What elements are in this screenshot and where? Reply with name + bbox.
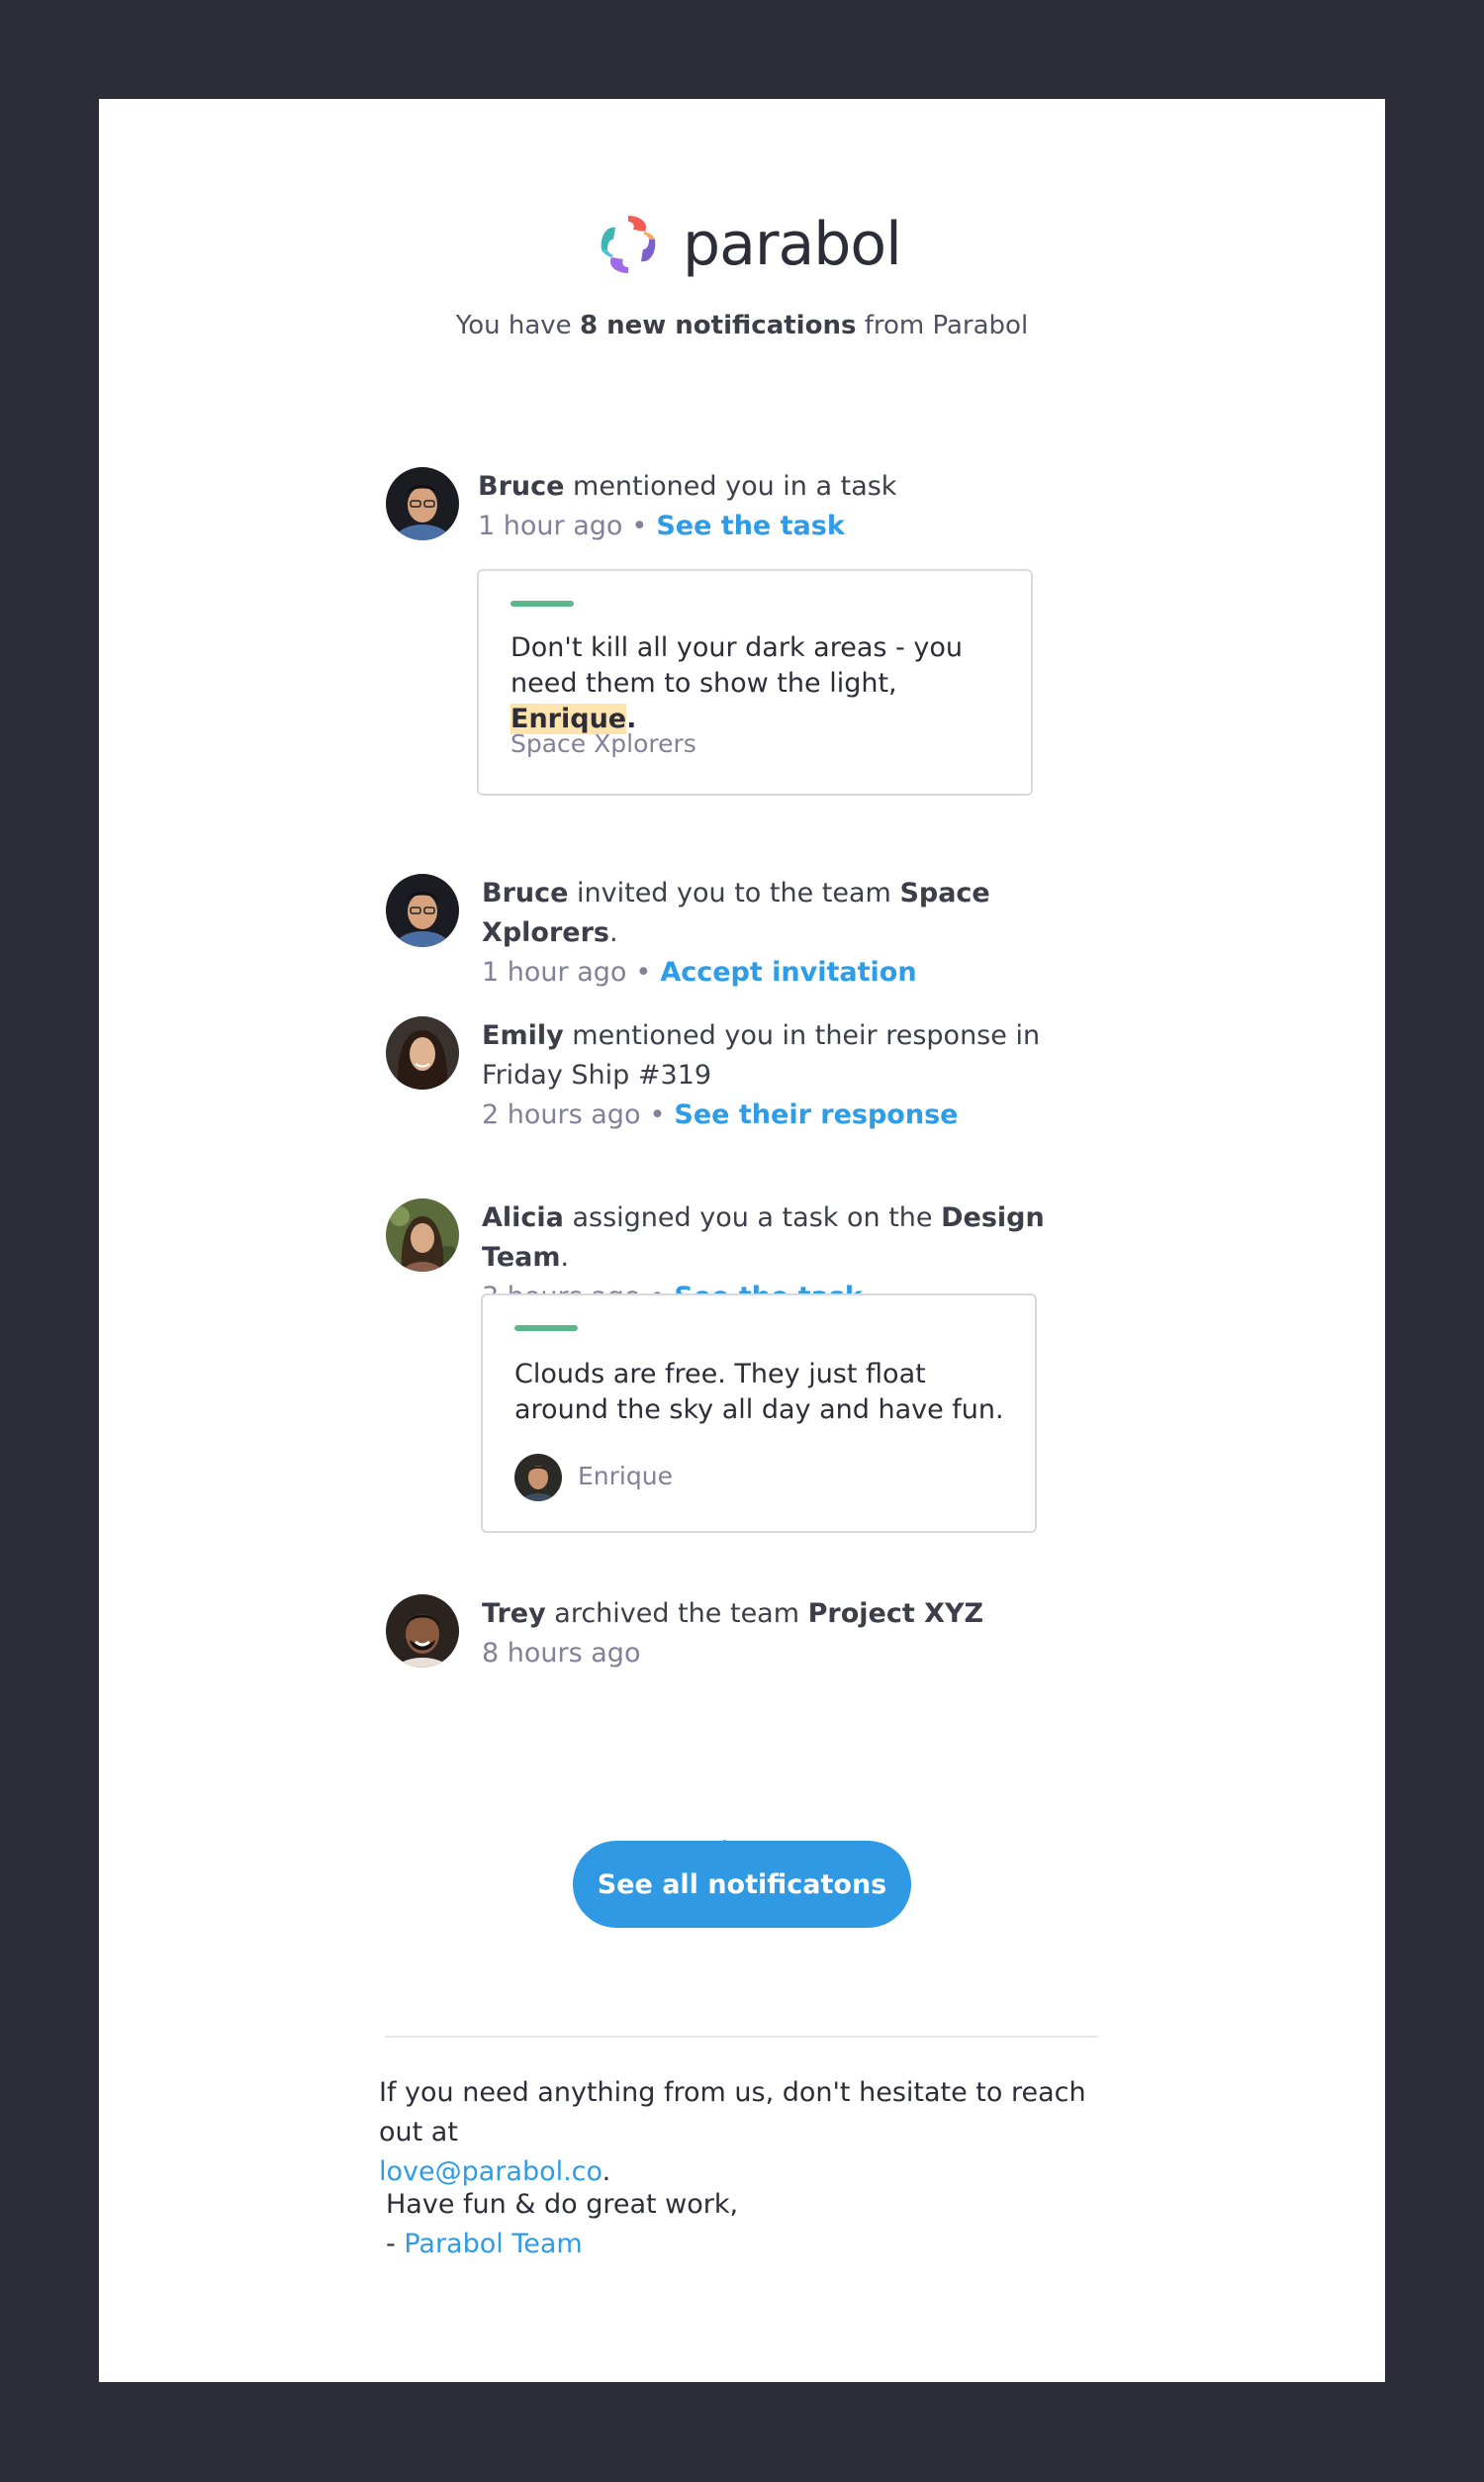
accept-invitation-link[interactable]: Accept invitation xyxy=(660,957,916,988)
parabol-logo: parabol xyxy=(594,210,902,279)
notification-action: mentioned you in a task xyxy=(564,471,897,502)
avatar-enrique xyxy=(514,1454,562,1501)
avatar-emily xyxy=(386,1016,459,1090)
task-card[interactable]: Don't kill all your dark areas - you nee… xyxy=(477,569,1033,796)
notification-item: Emily mentioned you in their response in… xyxy=(482,1016,1095,1135)
notification-item: Bruce mentioned you in a task 1 hour ago… xyxy=(478,467,1032,546)
notification-item: Bruce invited you to the team Space Xplo… xyxy=(482,878,990,988)
avatar-trey xyxy=(386,1594,459,1668)
task-status-bar xyxy=(514,1325,578,1331)
task-status-bar xyxy=(510,601,574,607)
notification-action: archived the team xyxy=(545,1598,808,1629)
task-assignee: Enrique xyxy=(578,1462,673,1490)
see-response-link[interactable]: See their response xyxy=(674,1099,958,1130)
task-team: Space Xplorers xyxy=(510,729,696,758)
task-content: Clouds are free. They just float around … xyxy=(514,1359,1004,1425)
summary-suffix: from Parabol xyxy=(864,311,1029,340)
actor-name: Emily xyxy=(482,1020,564,1051)
notification-action: assigned you a task on the xyxy=(563,1202,942,1233)
email-link[interactable]: love@parabol.co xyxy=(379,2156,603,2187)
actor-name: Alicia xyxy=(482,1202,564,1233)
task-content: Don't kill all your dark areas - you nee… xyxy=(510,632,963,734)
separator-dot: • xyxy=(635,957,652,988)
actor-name: Bruce xyxy=(478,471,565,502)
actor-name: Bruce xyxy=(482,878,569,908)
actor-name: Trey xyxy=(482,1598,546,1629)
notification-time: 1 hour ago xyxy=(482,957,627,988)
notification-action: mentioned you in their response in Frida… xyxy=(482,1020,1041,1091)
signoff-text: Have fun & do great work, xyxy=(386,2189,739,2220)
notification-time: 8 hours ago xyxy=(482,1638,641,1669)
notification-action: invited you to the team xyxy=(568,878,900,908)
notification-item: Trey archived the team Project XYZ 8 hou… xyxy=(482,1594,1135,1673)
footer-divider xyxy=(386,2036,1098,2038)
footer-signoff: Have fun & do great work, - Parabol Team xyxy=(386,2185,738,2264)
separator-dot: • xyxy=(631,511,648,541)
footer-contact: If you need anything from us, don't hesi… xyxy=(379,2077,1086,2187)
team-name: Project XYZ xyxy=(807,1598,984,1629)
task-card[interactable]: Clouds are free. They just float around … xyxy=(481,1293,1037,1533)
parabol-logo-icon xyxy=(601,216,656,273)
contact-text: If you need anything from us, don't hesi… xyxy=(379,2077,1086,2148)
summary-count: 8 new notifications xyxy=(579,311,857,340)
separator-dot: • xyxy=(649,1099,666,1130)
see-task-link[interactable]: See the task xyxy=(656,511,844,541)
avatar-alicia xyxy=(386,1198,459,1272)
summary-prefix: You have xyxy=(455,311,572,340)
avatar-bruce xyxy=(386,874,459,947)
avatar-bruce xyxy=(386,467,459,540)
email-card: parabol You have 8 new notifications fro… xyxy=(99,99,1385,2382)
notification-time: 2 hours ago xyxy=(482,1099,641,1130)
parabol-team-link[interactable]: Parabol Team xyxy=(404,2229,582,2259)
signoff-dash: - xyxy=(386,2229,405,2259)
notification-summary: You have 8 new notifications from Parabo… xyxy=(99,311,1385,340)
see-all-notifications-button[interactable]: See all notificatons xyxy=(573,1841,911,1928)
notification-time: 1 hour ago xyxy=(478,511,623,541)
brand-name: parabol xyxy=(683,210,902,279)
